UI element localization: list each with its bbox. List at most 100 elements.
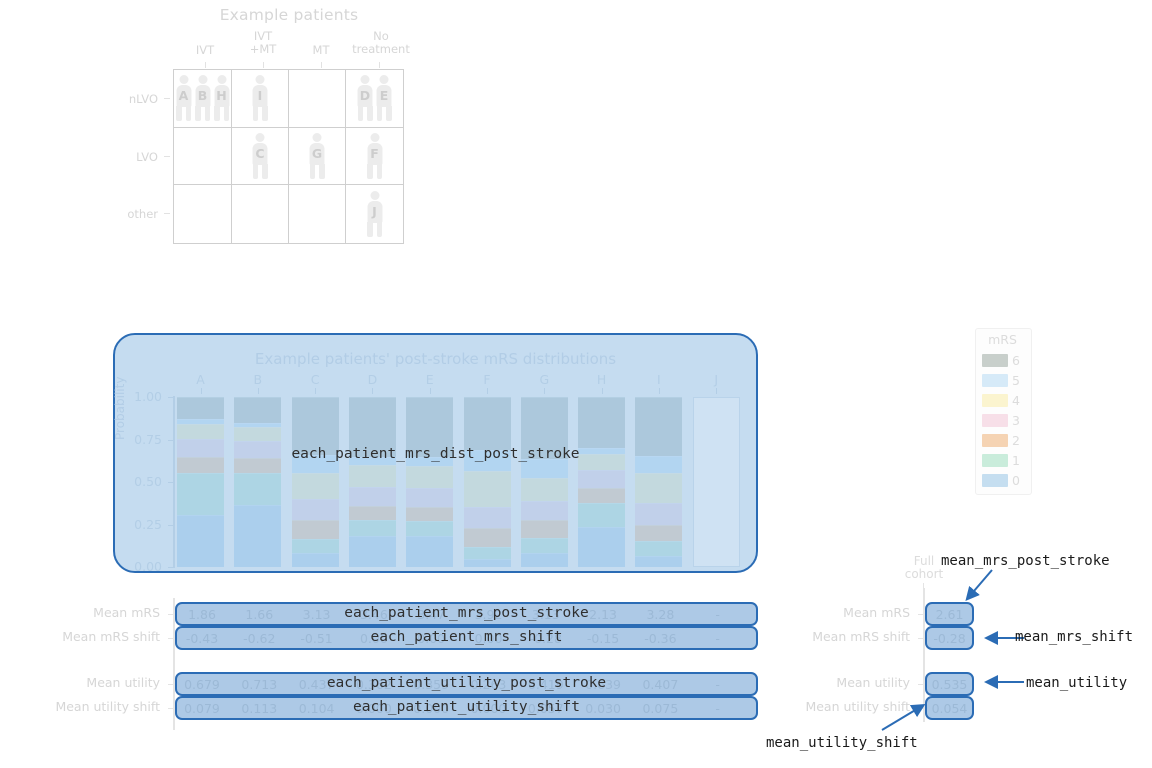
y-tick xyxy=(168,439,173,441)
mrs-stacked-bar[interactable] xyxy=(463,397,511,567)
legend-label: 3 xyxy=(1012,413,1020,428)
bar-column-tick xyxy=(716,388,718,394)
mrs-bar-segment xyxy=(348,487,396,506)
grid-row-tick xyxy=(164,213,170,214)
grid-col-tick xyxy=(263,62,264,68)
patient-icon: I xyxy=(251,75,270,122)
y-tick-label: 0.75 xyxy=(134,431,162,447)
y-tick xyxy=(168,567,173,568)
cohort-cell: -0.28 xyxy=(933,631,966,646)
mrs-bar-segment xyxy=(578,487,626,504)
patient-icon: G xyxy=(308,132,327,179)
mrs-bar-segment xyxy=(463,546,511,560)
overlay-label: each_patient_mrs_shift xyxy=(370,629,563,645)
mrs-bar-segment xyxy=(463,470,511,507)
bar-column-label: I xyxy=(657,372,661,387)
bar-column-tick xyxy=(257,388,259,394)
legend-entry[interactable]: 0 xyxy=(982,473,1024,488)
patient-grid-cell: ABH xyxy=(174,70,232,128)
legend-entry[interactable]: 2 xyxy=(982,433,1024,448)
bar-column-label: J xyxy=(714,372,719,387)
mrs-stacked-bar[interactable] xyxy=(348,397,396,567)
legend-swatch xyxy=(982,354,1008,367)
legend-swatch xyxy=(982,454,1008,467)
cohort-row-label: Mean mRS xyxy=(843,605,910,620)
table-row-tick xyxy=(168,708,174,709)
y-tick xyxy=(168,524,173,526)
cohort-row-tick xyxy=(918,638,924,639)
legend-label: 4 xyxy=(1012,393,1020,408)
mrs-stacked-bar[interactable] xyxy=(234,397,282,567)
y-tick-label: 0.50 xyxy=(134,474,162,489)
mrs-chart-title: Example patients' post-stroke mRS distri… xyxy=(254,350,617,368)
mrs-stacked-bar[interactable] xyxy=(406,397,454,567)
mrs-bar-segment xyxy=(291,520,339,539)
bar-column-label: H xyxy=(596,372,607,387)
arrow-mean-utility-shift xyxy=(881,703,926,731)
annotation-mean-utility: mean_utility xyxy=(1026,675,1128,691)
legend-swatch xyxy=(982,414,1008,427)
cohort-row-tick xyxy=(918,684,924,685)
mrs-bar-segment xyxy=(348,520,396,536)
mrs-stacked-bar[interactable] xyxy=(520,397,568,567)
table-row-label: Mean mRS shift xyxy=(62,629,160,644)
grid-row-tick xyxy=(164,156,170,157)
bar-column-tick xyxy=(315,388,317,394)
patient-grid-cell: G xyxy=(289,127,346,186)
mrs-bar-segment xyxy=(234,397,282,423)
mrs-bar-segment xyxy=(406,521,454,536)
mrs-bar-segment xyxy=(635,503,683,526)
mrs-bar-segment xyxy=(348,505,396,521)
legend-swatch xyxy=(982,434,1008,447)
mrs-stacked-bar[interactable] xyxy=(291,397,339,567)
mrs-bar-segment xyxy=(177,515,224,567)
legend-entry[interactable]: 1 xyxy=(982,453,1024,468)
legend-label: 6 xyxy=(1012,353,1020,368)
legend-entry[interactable]: 4 xyxy=(982,393,1024,408)
bar-column-label: A xyxy=(196,372,205,387)
mrs-bar-segment xyxy=(520,500,568,521)
y-tick xyxy=(168,482,173,483)
grid-col-header-no-treatment: No treatment xyxy=(352,29,410,56)
bar-column-label: F xyxy=(483,372,491,387)
legend-entry[interactable]: 5 xyxy=(982,373,1024,388)
patient-icon: E xyxy=(375,75,394,122)
cohort-row-label: Mean utility xyxy=(836,675,910,690)
legend-entry[interactable]: 3 xyxy=(982,413,1024,428)
legend-label: 0 xyxy=(1012,473,1020,488)
mrs-bar-segment xyxy=(520,538,568,553)
patient-grid-cell xyxy=(174,185,232,243)
table-row-label: Mean utility xyxy=(86,675,160,690)
bar-column-tick xyxy=(429,388,431,394)
grid-col-tick xyxy=(205,62,206,68)
table-row-label: Mean mRS xyxy=(93,605,160,620)
bar-column-label: C xyxy=(310,372,320,387)
cohort-row[interactable]: -0.28 xyxy=(925,626,974,650)
mrs-bar-segment xyxy=(177,397,224,420)
mrs-bar-segment xyxy=(406,465,454,488)
mrs-stacked-bar[interactable] xyxy=(578,397,626,567)
mrs-stacked-bar[interactable] xyxy=(692,397,740,567)
mrs-bar-segment xyxy=(520,520,568,539)
patient-icon: J xyxy=(365,191,384,238)
mrs-bar-segment xyxy=(463,527,511,547)
patient-icon: H xyxy=(212,75,231,122)
annotation-mean-mrs-shift: mean_mrs_shift xyxy=(1015,629,1134,645)
patient-grid-cell: I xyxy=(232,70,289,128)
mrs-bar-segment xyxy=(635,555,683,567)
annotation-mean-utility-shift: mean_utility_shift xyxy=(766,735,918,751)
grid-row-header-lvo: LVO xyxy=(136,150,158,164)
mrs-stacked-bar[interactable] xyxy=(635,397,683,567)
mrs-bar-segment xyxy=(291,473,339,499)
bar-column-tick xyxy=(372,388,374,394)
legend-swatch xyxy=(982,374,1008,387)
y-tick-label: 1.00 xyxy=(134,389,162,404)
cohort-row[interactable]: 0.535 xyxy=(925,672,974,696)
cohort-cell: 0.535 xyxy=(931,677,968,692)
mrs-stacked-bar[interactable] xyxy=(177,397,224,567)
y-axis-line xyxy=(173,396,175,568)
mrs-bar-segment xyxy=(520,477,568,501)
cohort-row-tick xyxy=(918,614,924,615)
legend-swatch xyxy=(982,474,1008,487)
legend-entry[interactable]: 6 xyxy=(982,353,1024,368)
